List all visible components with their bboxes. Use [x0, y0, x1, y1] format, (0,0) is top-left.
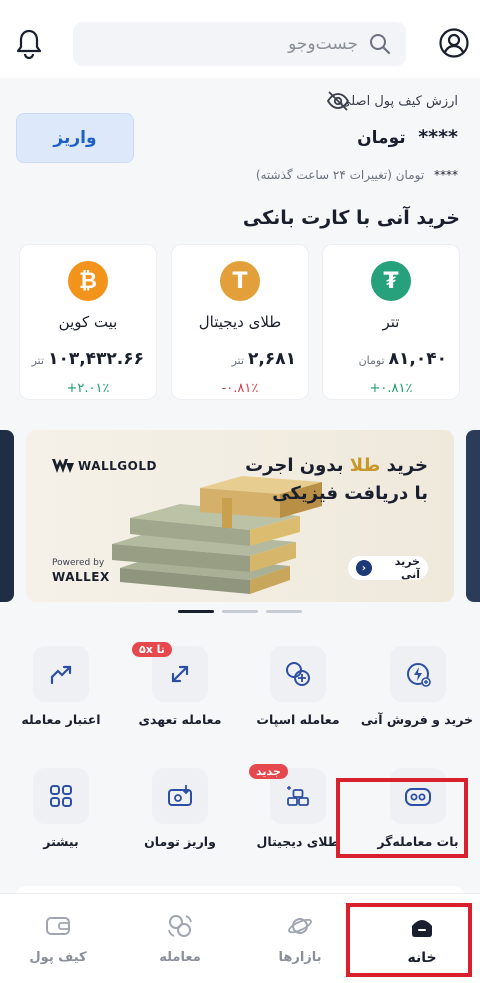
wallex-brand: WALLEX [52, 570, 110, 584]
banner-title: خرید طلا بدون اجرت با دریافت فیزیکی [245, 455, 428, 504]
quick-buy-title: خرید آنی با کارت بانکی [242, 207, 460, 229]
service-label: معامله تعهدی [138, 712, 222, 727]
coin-change: +۰.۸۱٪ [369, 381, 413, 396]
coin-change: +۲.۰۱٪ [66, 381, 110, 396]
search-input[interactable]: جست‌وجو [73, 22, 406, 66]
top-bar: جست‌وجو [0, 0, 480, 78]
service-label: واریز تومان [144, 834, 216, 849]
service-toman-deposit[interactable]: واریز تومان [125, 768, 235, 868]
coin-name: طلای دیجیتال [198, 313, 282, 331]
service-spot-trade[interactable]: معامله اسپات [243, 646, 353, 746]
chevron-left-icon: ‹ [356, 560, 372, 576]
highlight-box-home-tab [346, 903, 472, 977]
wallet-balance: **** تومان [357, 126, 458, 148]
banner-next-peek[interactable] [466, 430, 480, 602]
banner-buy-button[interactable]: خرید آنی ‹ [348, 555, 428, 581]
more-grid-icon [50, 785, 72, 807]
banner-prev-peek[interactable] [0, 430, 14, 602]
digital-gold-icon: T [220, 261, 260, 301]
coin-card-bitcoin[interactable]: ₿ بیت کوین ۱۰۳,۴۳۲.۶۶تتر +۲.۰۱٪ [19, 244, 157, 400]
coin-name: تتر [382, 313, 400, 331]
toman-deposit-icon [168, 785, 192, 806]
spot-trade-icon [286, 662, 310, 686]
powered-by-label: Powered by [52, 558, 105, 568]
bitcoin-icon: ₿ [68, 261, 108, 301]
trade-credit-icon [50, 665, 72, 685]
deposit-button[interactable]: واریز [16, 113, 134, 163]
search-placeholder: جست‌وجو [288, 34, 358, 54]
service-label: اعتبار معامله [21, 712, 101, 727]
coin-change: -۰.۸۱٪ [221, 381, 259, 396]
eye-off-icon[interactable] [326, 90, 350, 112]
service-label: خرید و فروش آنی [360, 712, 473, 727]
coin-price: ۱۰۳,۴۳۲.۶۶تتر [31, 349, 144, 369]
wallet-change: **** تومان (تغییرات ۲۴ ساعت گذشته) [256, 168, 458, 182]
service-label: بیشتر [43, 834, 79, 849]
wallgold-mark-icon [52, 459, 74, 473]
coin-card-digital-gold[interactable]: T طلای دیجیتال ۲,۶۸۱تتر -۰.۸۱٪ [171, 244, 309, 400]
coin-price: ۲,۶۸۱تتر [231, 349, 296, 369]
new-badge: جدید [249, 764, 288, 779]
service-more[interactable]: بیشتر [6, 768, 116, 868]
carousel-dot-3[interactable] [266, 610, 302, 613]
coin-name: بیت کوین [58, 313, 118, 331]
trade-exchange-icon [168, 915, 192, 937]
margin-trade-icon [171, 665, 189, 683]
markets-planet-icon [288, 918, 312, 934]
service-trade-credit[interactable]: اعتبار معامله [6, 646, 116, 746]
nav-trade[interactable]: معامله [130, 906, 230, 976]
balance-hidden: **** [418, 126, 458, 148]
carousel-indicator [0, 610, 480, 614]
service-margin-trade[interactable]: معامله تعهدی [125, 646, 235, 746]
nav-markets[interactable]: بازارها [250, 906, 350, 976]
change-text: تومان (تغییرات ۲۴ ساعت گذشته) [255, 168, 425, 182]
instant-trade-icon [407, 663, 431, 687]
coin-card-tether[interactable]: ₮ تتر ۸۱,۰۴۰تومان +۰.۸۱٪ [322, 244, 460, 400]
user-circle-icon[interactable] [438, 27, 470, 59]
promo-banner[interactable]: WALLGOLD خرید طلا بدون اجرت با دریافت فی… [26, 430, 454, 602]
digital-gold-bars-icon [287, 786, 309, 806]
tether-icon: ₮ [371, 261, 411, 301]
search-icon [370, 34, 391, 55]
highlight-box-trading-bot [336, 778, 468, 858]
nav-wallet[interactable]: کیف پول [8, 906, 108, 976]
wallet-icon [46, 917, 70, 935]
leverage-badge: تا ۵x [132, 642, 172, 657]
service-label: معامله اسپات [256, 712, 340, 727]
wallet-label: ارزش کیف پول اصلی [340, 94, 458, 109]
bell-icon[interactable] [14, 27, 44, 59]
change-hidden: **** [434, 168, 458, 182]
carousel-dot-2[interactable] [222, 610, 258, 613]
coin-price: ۸۱,۰۴۰تومان [358, 349, 447, 369]
carousel-dot-1[interactable] [178, 610, 214, 613]
service-instant-trade[interactable]: خرید و فروش آنی [360, 646, 473, 746]
balance-unit: تومان [357, 128, 406, 148]
